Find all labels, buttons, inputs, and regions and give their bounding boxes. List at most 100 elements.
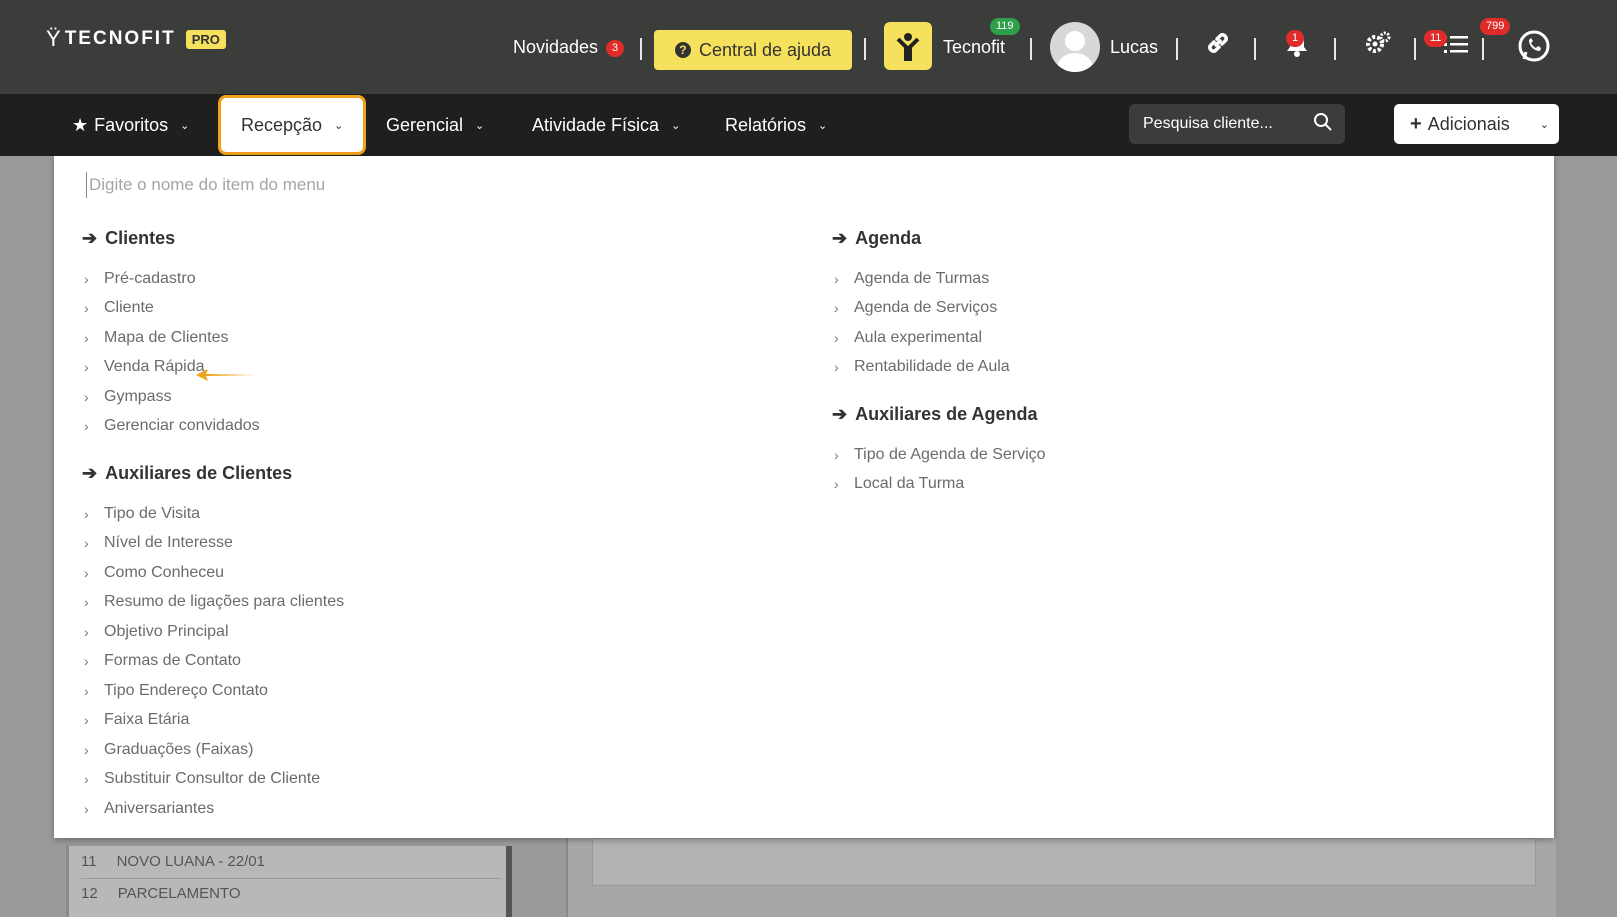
menu-item[interactable]: › Nível de Interesse <box>82 529 344 559</box>
menu-filter-input[interactable] <box>86 172 686 198</box>
section-title: Auxiliares de Agenda <box>855 403 1038 424</box>
section-auxiliares-agenda: ➔ Auxiliares de Agenda <box>832 402 1046 426</box>
client-search-input[interactable]: Pesquisa cliente... <box>1129 104 1345 144</box>
chevron-right-icon: › <box>84 300 89 317</box>
menu-item[interactable]: › Faixa Etária <box>82 706 344 736</box>
tecnofit-logo[interactable]: Ÿ TECNOFIT PRO <box>46 26 226 52</box>
chevron-right-icon: › <box>834 359 839 376</box>
menu-item[interactable]: › Tipo Endereço Contato <box>82 676 344 706</box>
chevron-right-icon: › <box>84 623 89 640</box>
menu-item[interactable]: › Mapa de Clientes <box>82 323 344 353</box>
menu-item[interactable]: › Agenda de Turmas <box>832 264 1046 294</box>
menu-item[interactable]: › Aula experimental <box>832 323 1046 353</box>
menu-item[interactable]: › Objetivo Principal <box>82 617 344 647</box>
nav-recepcao-label: Recepção <box>241 114 323 135</box>
nav-gerencial-label: Gerencial <box>386 114 464 135</box>
chevron-down-icon: ⌄ <box>1539 118 1549 131</box>
user-menu[interactable]: Lucas <box>1110 0 1158 94</box>
divider <box>1030 38 1032 60</box>
arrow-right-icon: ➔ <box>832 227 848 248</box>
chevron-right-icon: › <box>834 446 839 463</box>
chevron-right-icon: › <box>834 270 839 287</box>
menu-item[interactable]: › Como Conheceu <box>82 558 344 588</box>
nav-favoritos-label: Favoritos <box>94 114 169 135</box>
nav-favoritos[interactable]: ★ Favoritos ⌄ <box>72 94 189 156</box>
divider <box>864 38 866 60</box>
novidades-link[interactable]: Novidades <box>513 0 598 94</box>
arrow-right-icon: ➔ <box>82 227 98 248</box>
nav-relatorios[interactable]: Relatórios ⌄ <box>725 94 827 156</box>
arrow-right-icon: ➔ <box>832 403 848 424</box>
adicionais-label: Adicionais <box>1427 113 1510 134</box>
menu-item[interactable]: › Pré-cadastro <box>82 264 344 294</box>
chevron-down-icon: ⌄ <box>334 119 344 132</box>
search-placeholder: Pesquisa cliente... <box>1143 115 1273 132</box>
chevron-right-icon: › <box>84 712 89 729</box>
menu-item[interactable]: › Local da Turma <box>832 470 1046 500</box>
nav-atividade-fisica[interactable]: Atividade Física ⌄ <box>532 94 680 156</box>
link-icon[interactable] <box>1204 28 1232 68</box>
adicionais-button[interactable]: + Adicionais ⌄ <box>1394 104 1559 144</box>
settings-icon[interactable] <box>1364 28 1392 68</box>
menu-item-label: Aniversariantes <box>104 799 215 817</box>
menu-item[interactable]: › Tipo de Agenda de Serviço <box>832 440 1046 470</box>
pointer-arrow-icon <box>196 369 256 381</box>
left-column: ➔ Clientes › Pré-cadastro › Cliente › Mapa de… <box>82 226 344 844</box>
top-header: Ÿ TECNOFIT PRO Novidades 3 ? Central de … <box>0 0 1617 94</box>
tecnofit-link[interactable]: Tecnofit <box>943 0 1005 94</box>
novidades-badge: 3 <box>606 40 625 57</box>
chevron-right-icon: › <box>84 359 89 376</box>
plus-icon: + <box>1410 112 1422 135</box>
chevron-right-icon: › <box>84 653 89 670</box>
menu-item[interactable]: › Substituir Consultor de Cliente <box>82 765 344 795</box>
menu-item[interactable]: › Rentabilidade de Aula <box>832 353 1046 383</box>
tasks-badge: 11 <box>1424 30 1448 47</box>
nav-atividade-label: Atividade Física <box>532 114 660 135</box>
menu-item[interactable]: › Formas de Contato <box>82 647 344 677</box>
chevron-down-icon: ⌄ <box>180 119 190 132</box>
menu-item-label: Pré-cadastro <box>104 269 196 287</box>
menu-item-label: Mapa de Clientes <box>104 328 229 346</box>
list-item[interactable]: 12 PARCELAMENTO <box>81 878 501 908</box>
help-center-button[interactable]: ? Central de ajuda <box>654 30 852 70</box>
chevron-down-icon: ⌄ <box>475 119 485 132</box>
menu-item[interactable]: › Aniversariantes <box>82 794 344 824</box>
row-name: NOVO LUANA - 22/01 <box>116 852 265 870</box>
user-avatar[interactable] <box>1050 22 1100 72</box>
section-clientes: ➔ Clientes <box>82 226 344 250</box>
menu-item[interactable]: › Graduações (Faixas) <box>82 735 344 765</box>
menu-item[interactable]: › Gympass <box>82 382 344 412</box>
chevron-right-icon: › <box>84 594 89 611</box>
divider <box>1254 38 1256 60</box>
menu-item[interactable]: › Tipo de Visita <box>82 499 344 529</box>
tecnofit-app-icon[interactable] <box>884 22 932 70</box>
menu-item[interactable]: › Agenda de Serviços <box>832 294 1046 324</box>
divider <box>1176 38 1178 60</box>
agenda-menu-list: › Agenda de Turmas › Agenda de Serviços › Aul… <box>832 264 1046 382</box>
menu-item-label: Venda Rápida <box>104 358 205 376</box>
chevron-right-icon: › <box>84 741 89 758</box>
list-item[interactable]: 11 NOVO LUANA - 22/01 <box>81 846 265 876</box>
search-icon[interactable] <box>1313 112 1333 132</box>
menu-item-label: Tipo de Visita <box>104 504 201 522</box>
menu-item-label: Faixa Etária <box>104 711 190 729</box>
notifications-badge: 1 <box>1286 30 1305 47</box>
nav-gerencial[interactable]: Gerencial ⌄ <box>386 94 484 156</box>
background-textarea[interactable] <box>592 838 1536 886</box>
logo-text: TECNOFIT <box>64 28 176 49</box>
menu-item-label: Como Conheceu <box>104 563 225 581</box>
menu-item[interactable]: › Resumo de ligações para clientes <box>82 588 344 618</box>
menu-item-label: Tipo de Agenda de Serviço <box>854 445 1046 463</box>
chevron-down-icon: ⌄ <box>671 119 681 132</box>
tecnofit-logo-icon: Ÿ <box>46 26 61 51</box>
divider <box>1334 38 1336 60</box>
whatsapp-icon[interactable] <box>1516 28 1552 75</box>
chevron-right-icon: › <box>84 388 89 405</box>
divider <box>640 38 642 60</box>
chevron-right-icon: › <box>84 564 89 581</box>
menu-item-label: Rentabilidade de Aula <box>854 358 1010 376</box>
nav-recepcao[interactable]: Recepção ⌄ <box>218 95 367 155</box>
menu-item[interactable]: › Cliente <box>82 294 344 324</box>
chevron-right-icon: › <box>834 476 839 493</box>
menu-item[interactable]: › Gerenciar convidados <box>82 412 344 442</box>
